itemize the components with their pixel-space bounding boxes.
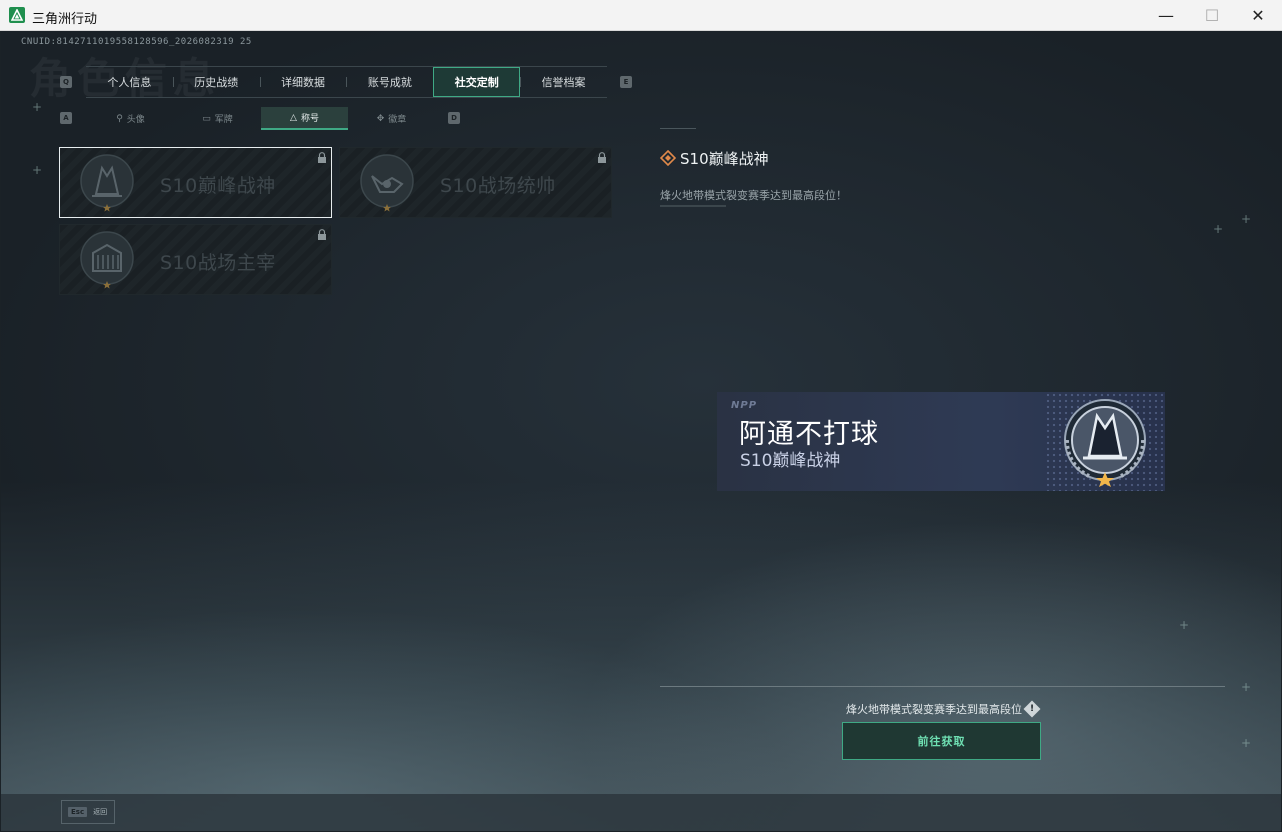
title-card-name: S10战场统帅 [440, 175, 556, 197]
subtab-avatar[interactable]: ⚲ 头像 [87, 107, 174, 130]
window-titlebar: 三角洲行动 — ☐ ✕ [0, 0, 1282, 31]
divider [660, 686, 1225, 687]
preview-title: S10巅峰战神 [740, 451, 841, 471]
go-obtain-button[interactable]: 前往获取 [842, 722, 1041, 760]
battlefield-commander-emblem-icon [360, 154, 414, 212]
detail-description: 烽火地带模式裂变赛季达到最高段位！ [660, 189, 847, 202]
tab-credit-record[interactable]: 信誉档案 [520, 67, 607, 97]
footer-bar: Esc 返回 [1, 794, 1281, 831]
app-logo-icon [9, 7, 25, 23]
tab-detailed-data[interactable]: 详细数据 [259, 67, 347, 97]
subtab-title-label: 称号 [300, 114, 319, 124]
lock-icon [318, 229, 326, 240]
back-button[interactable]: Esc 返回 [61, 800, 115, 824]
dogtag-icon: ▭ [202, 113, 211, 124]
subtab-prev-key[interactable]: A [60, 112, 72, 124]
esc-key-hint: Esc [68, 807, 88, 817]
uid-label: CNUID:8142711019558128596_2026082319 25 [21, 37, 252, 47]
subtab-title[interactable]: △ 称号 [261, 107, 348, 130]
info-icon[interactable]: ! [1023, 700, 1041, 718]
game-viewport: 角色信息 CNUID:8142711019558128596_202608231… [1, 31, 1281, 831]
divider [660, 205, 726, 207]
minimize-button[interactable]: — [1143, 0, 1189, 31]
window-title: 三角洲行动 [32, 12, 98, 27]
sub-tab-bar: ⚲ 头像 ▭ 军牌 △ 称号 ✥ 徽章 [87, 107, 436, 130]
title-card-name: S10巅峰战神 [160, 175, 276, 197]
person-icon: ⚲ [116, 113, 123, 124]
maximize-button[interactable]: ☐ [1189, 0, 1235, 31]
back-label: 返回 [93, 808, 108, 816]
peak-warlord-emblem-icon [80, 154, 134, 212]
title-card[interactable]: S10巅峰战神 [59, 147, 332, 218]
subtab-badge-label: 徽章 [388, 115, 407, 125]
title-card-name: S10战场主宰 [160, 252, 276, 274]
close-button[interactable]: ✕ [1235, 0, 1281, 31]
subtab-next-key[interactable]: D [448, 112, 460, 124]
peak-warlord-emblem-icon [1064, 399, 1146, 487]
badge-icon: ✥ [376, 113, 385, 124]
subtab-avatar-label: 头像 [126, 115, 145, 125]
preview-brand: NPP [731, 400, 758, 411]
subtab-dogtag[interactable]: ▭ 军牌 [174, 107, 261, 130]
unlock-requirement: 烽火地带模式裂变赛季达到最高段位 ! [846, 700, 1041, 718]
title-diamond-icon [660, 150, 676, 166]
triangle-icon: △ [290, 112, 297, 123]
subtab-dogtag-label: 军牌 [214, 115, 233, 125]
title-card[interactable]: S10战场主宰 [59, 224, 332, 295]
tab-prev-key[interactable]: Q [60, 76, 72, 88]
lock-icon [598, 152, 606, 163]
tab-personal-info[interactable]: 个人信息 [86, 67, 173, 97]
tab-next-key[interactable]: E [620, 76, 632, 88]
tab-achievements[interactable]: 账号成就 [346, 67, 433, 97]
storm-background [1, 481, 1281, 831]
requirement-text: 烽火地带模式裂变赛季达到最高段位 [846, 703, 1022, 716]
tab-match-history[interactable]: 历史战绩 [172, 67, 260, 97]
detail-title: S10巅峰战神 [680, 150, 769, 168]
battlefield-ruler-emblem-icon [80, 231, 134, 289]
title-card[interactable]: S10战场统帅 [339, 147, 612, 218]
title-preview-card: NPP 阿通不打球 S10巅峰战神 [717, 392, 1165, 491]
tab-social-custom[interactable]: 社交定制 [433, 67, 521, 97]
lock-icon [318, 152, 326, 163]
main-tab-bar: 个人信息 历史战绩 详细数据 账号成就 社交定制 信誉档案 [86, 66, 607, 98]
subtab-badge[interactable]: ✥ 徽章 [348, 107, 435, 130]
